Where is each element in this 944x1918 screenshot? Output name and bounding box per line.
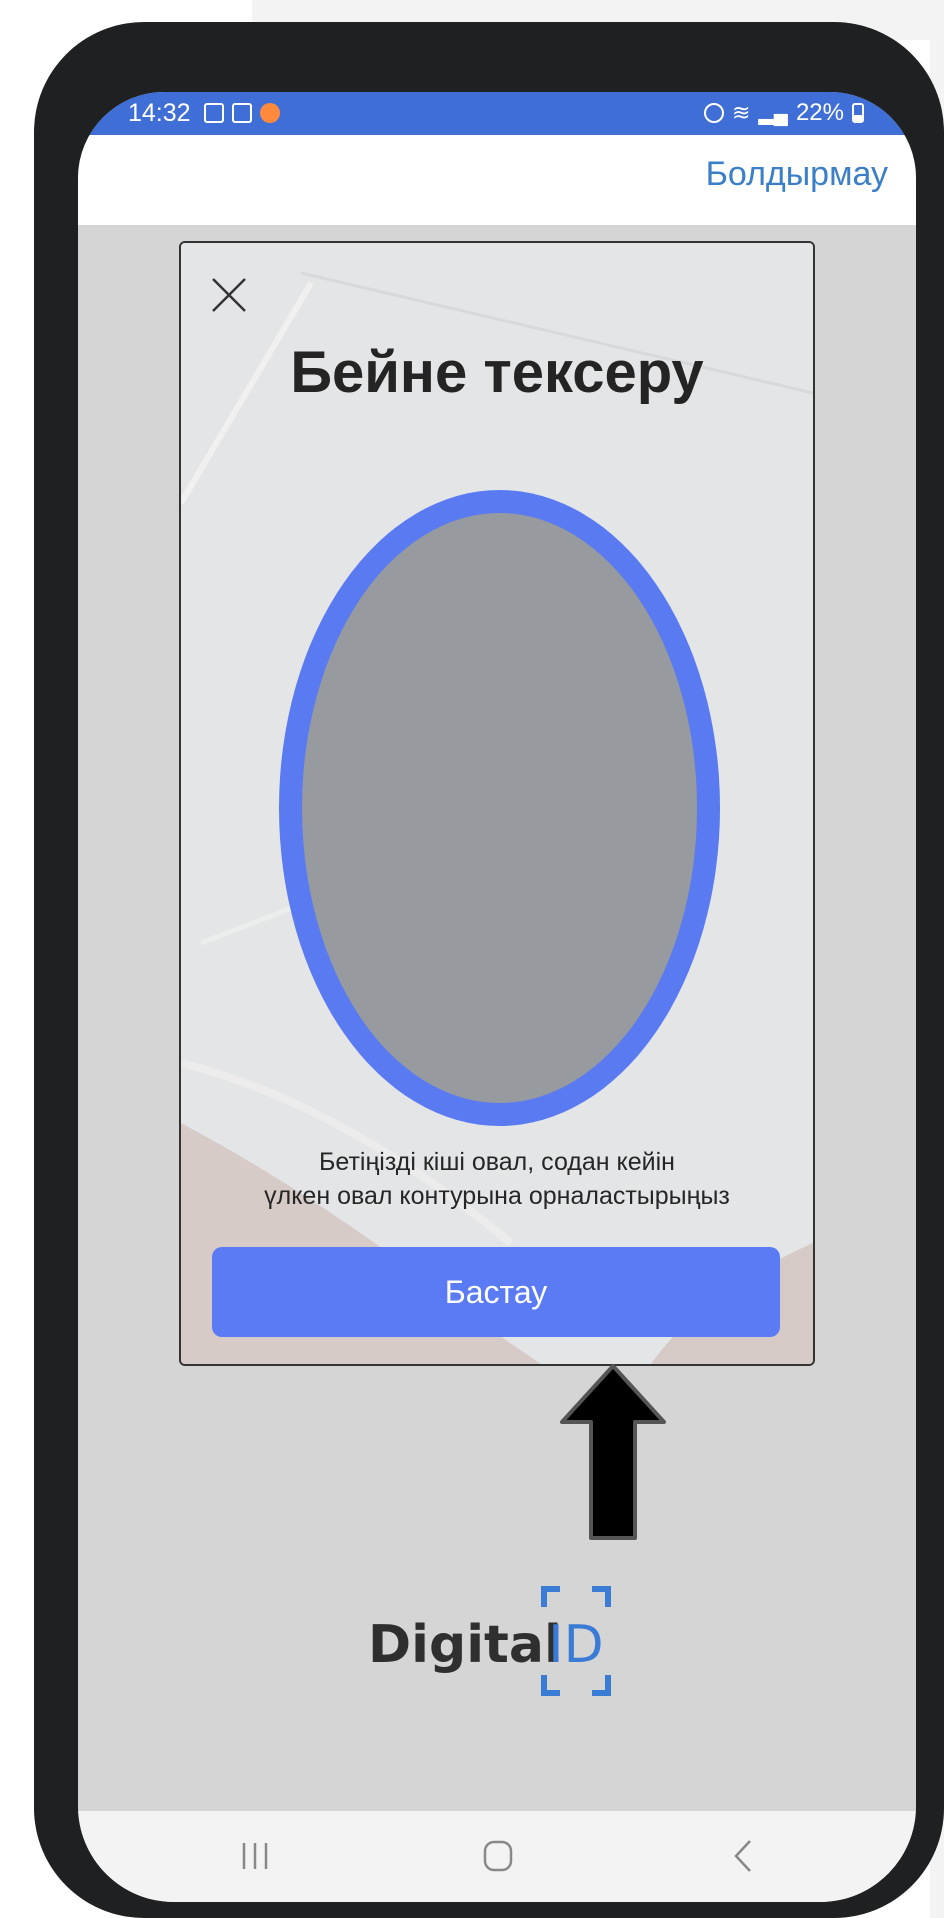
brand-text: Digital <box>368 1615 562 1675</box>
instruction-text: Бетіңізді кіші овал, содан кейін үлкен о… <box>181 1145 813 1213</box>
navigation-bar <box>78 1811 916 1902</box>
back-icon[interactable] <box>714 1833 774 1879</box>
brand-id-mark: ID <box>540 1585 612 1697</box>
face-oval-frame <box>279 490 720 1126</box>
arrow-up-icon <box>560 1364 666 1540</box>
instruction-line-2: үлкен овал контурына орналастырыңыз <box>264 1182 730 1210</box>
cancel-link[interactable]: Болдырмау <box>706 155 888 194</box>
status-bar: 14:32 ≋ ▂▄ 22% <box>78 92 916 135</box>
gallery-notification-icon <box>204 103 224 123</box>
app-notification-icon <box>260 103 280 123</box>
battery-icon <box>852 103 864 123</box>
brand-id-text: ID <box>548 1615 604 1675</box>
dialog-title: Бейне тексеру <box>290 340 704 405</box>
phone-screen: 14:32 ≋ ▂▄ 22% Болдырмау Бейне тексеру Б… <box>78 92 916 1902</box>
recent-apps-icon[interactable] <box>226 1833 286 1879</box>
message-notification-icon <box>232 103 252 123</box>
home-icon[interactable] <box>468 1833 528 1879</box>
video-verification-dialog: Бейне тексеру Бетіңізді кіші овал, содан… <box>179 241 815 1366</box>
battery-level: 22% <box>795 99 844 126</box>
status-icons-right: ≋ ▂▄ 22% <box>703 99 864 127</box>
instruction-line-1: Бетіңізді кіші овал, содан кейін <box>318 1148 675 1176</box>
signal-icon: ▂▄ <box>758 102 788 125</box>
close-icon[interactable] <box>209 275 249 315</box>
start-button[interactable]: Бастау <box>212 1247 780 1337</box>
app-header: Болдырмау <box>78 135 916 225</box>
wifi-icon: ≋ <box>731 100 751 125</box>
status-time: 14:32 <box>128 99 191 127</box>
alarm-icon <box>703 103 724 123</box>
